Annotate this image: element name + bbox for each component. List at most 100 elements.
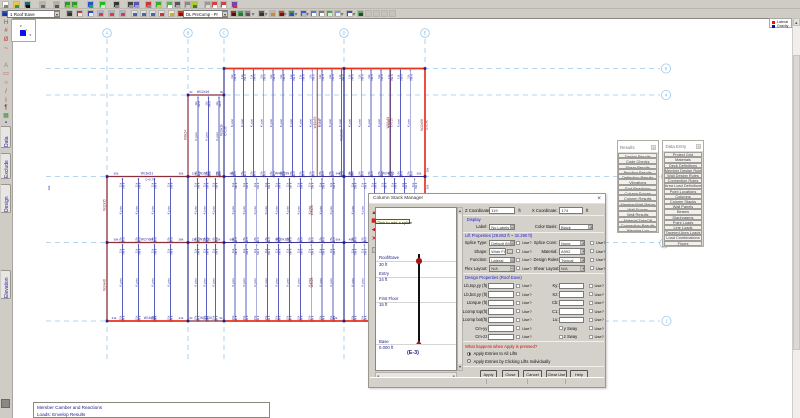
svg-text:55k: 55k [349, 172, 354, 176]
svg-text:K joist: K joist [119, 278, 123, 286]
svg-text:79k ft: 79k ft [332, 248, 336, 255]
svg-text:K joist: K joist [279, 119, 283, 127]
svg-text:40k: 40k [349, 238, 354, 242]
svg-text:79k ft: 79k ft [351, 74, 355, 81]
svg-text:K joist: K joist [194, 278, 198, 286]
svg-text:79k ft: 79k ft [245, 248, 249, 255]
svg-text:79k ft: 79k ft [138, 248, 142, 255]
svg-text:C=1.25: C=1.25 [224, 126, 228, 136]
svg-text:79k ft: 79k ft [278, 248, 282, 255]
svg-text:K joist: K joist [242, 206, 246, 214]
svg-text:23k: 23k [216, 238, 221, 242]
svg-text:W8x28: W8x28 [310, 277, 314, 287]
svg-text:K joist: K joist [259, 119, 263, 127]
svg-text:K joist: K joist [286, 206, 290, 214]
svg-text:W24x76: W24x76 [382, 172, 395, 176]
svg-text:K joist: K joist [360, 278, 364, 286]
svg-text:55k: 55k [417, 172, 422, 176]
svg-text:79k ft: 79k ft [300, 248, 304, 255]
svg-text:C=1.75: C=1.75 [425, 120, 429, 130]
svg-text:79k ft: 79k ft [394, 182, 398, 189]
svg-text:23k: 23k [192, 172, 197, 176]
svg-text:W12x19: W12x19 [200, 316, 212, 320]
svg-text:79k ft: 79k ft [353, 248, 357, 255]
svg-text:K joist: K joist [318, 278, 322, 286]
svg-text:79k ft: 79k ft [256, 182, 260, 189]
svg-text:K joist: K joist [269, 119, 273, 127]
svg-text:C=0.75: C=0.75 [145, 178, 155, 182]
svg-text:K joist: K joist [167, 278, 171, 286]
svg-text:79k ft: 79k ft [154, 248, 158, 255]
svg-text:79k ft: 79k ft [256, 248, 260, 255]
svg-text:K joist: K joist [151, 278, 155, 286]
svg-text:W8x28: W8x28 [310, 205, 314, 215]
svg-text:79k ft: 79k ft [380, 74, 384, 81]
svg-text:60k: 60k [230, 238, 235, 242]
svg-text:36k: 36k [425, 184, 429, 189]
svg-text:79k ft: 79k ft [414, 182, 418, 189]
svg-text:A: A [106, 31, 109, 36]
svg-text:55k: 55k [114, 172, 119, 176]
svg-text:94k: 94k [336, 172, 341, 176]
svg-text:79k ft: 79k ft [138, 182, 142, 189]
svg-text:22k: 22k [333, 316, 338, 320]
svg-text:K joist: K joist [275, 206, 279, 214]
svg-text:79k ft: 79k ft [300, 182, 304, 189]
svg-text:K joist: K joist [367, 119, 371, 127]
svg-text:K joist: K joist [406, 119, 410, 127]
svg-text:79k ft: 79k ft [321, 74, 325, 81]
svg-text:K joist: K joist [212, 206, 216, 214]
svg-text:C=1.25: C=1.25 [390, 118, 394, 128]
svg-text:K joist: K joist [135, 206, 139, 214]
svg-text:W12x16: W12x16 [197, 90, 210, 94]
svg-text:79k ft: 79k ft [208, 101, 212, 108]
svg-text:79k ft: 79k ft [404, 182, 408, 189]
svg-text:K joist: K joist [151, 206, 155, 214]
svg-text:K joist: K joist [338, 119, 342, 127]
svg-text:79k ft: 79k ft [332, 182, 336, 189]
svg-text:79k ft: 79k ft [122, 182, 126, 189]
svg-text:79k ft: 79k ft [370, 74, 374, 81]
svg-text:79k ft: 79k ft [215, 182, 219, 189]
svg-text:K joist: K joist [212, 278, 216, 286]
svg-text:B: B [187, 31, 190, 36]
svg-text:K joist: K joist [231, 206, 235, 214]
svg-text:79k ft: 79k ft [197, 182, 201, 189]
svg-text:79k ft: 79k ft [384, 182, 388, 189]
svg-text:79k ft: 79k ft [170, 182, 174, 189]
svg-text:79k ft: 79k ft [267, 248, 271, 255]
svg-text:79k ft: 79k ft [321, 182, 325, 189]
svg-text:K joist: K joist [167, 206, 171, 214]
svg-text:C: C [222, 31, 225, 36]
svg-text:K joist: K joist [350, 278, 354, 286]
svg-text:K joist: K joist [289, 119, 293, 127]
svg-text:K joist: K joist [264, 278, 268, 286]
svg-text:K joist: K joist [253, 278, 257, 286]
svg-text:79k ft: 79k ft [267, 182, 271, 189]
svg-text:79k ft: 79k ft [272, 74, 276, 81]
svg-text:79k ft: 79k ft [206, 248, 210, 255]
svg-text:K joist: K joist [264, 206, 268, 214]
svg-text:K joist: K joist [348, 119, 352, 127]
svg-text:79k ft: 79k ft [154, 182, 158, 189]
svg-text:K joist: K joist [328, 119, 332, 127]
svg-text:W12x35: W12x35 [103, 199, 107, 211]
svg-text:79k ft: 79k ft [170, 248, 174, 255]
svg-text:K joist: K joist [231, 278, 235, 286]
svg-text:21k: 21k [179, 316, 184, 320]
svg-text:79k ft: 79k ft [363, 182, 367, 189]
svg-text:79k ft: 79k ft [278, 182, 282, 189]
svg-text:55k: 55k [179, 172, 184, 176]
svg-text:79k ft: 79k ft [353, 182, 357, 189]
svg-text:W30x108: W30x108 [276, 238, 290, 242]
svg-text:K joist: K joist [357, 119, 361, 127]
svg-text:79k ft: 79k ft [215, 248, 219, 255]
svg-text:K joist: K joist [203, 278, 207, 286]
svg-text:79k ft: 79k ft [302, 74, 306, 81]
svg-text:79k ft: 79k ft [206, 182, 210, 189]
svg-text:79k ft: 79k ft [233, 74, 237, 81]
svg-text:9k: 9k [190, 90, 194, 94]
svg-text:9k: 9k [220, 316, 224, 320]
svg-text:79k ft: 79k ft [400, 74, 404, 81]
svg-text:K joist: K joist [318, 206, 322, 214]
